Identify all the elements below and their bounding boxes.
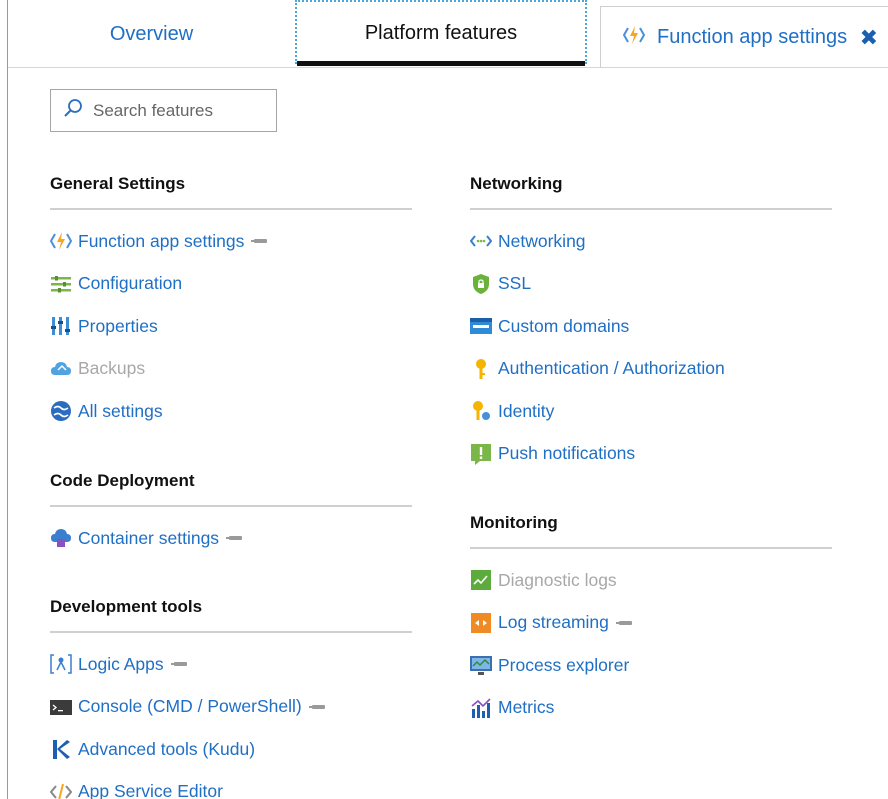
section-code-deployment: Code Deployment Container settings — [50, 471, 412, 560]
item-label: All settings — [78, 400, 163, 421]
all-settings-globe-icon — [50, 400, 72, 422]
item-identity[interactable]: Identity — [470, 390, 832, 433]
item-advanced-tools[interactable]: Advanced tools (Kudu) — [50, 728, 412, 771]
search-icon — [63, 98, 83, 123]
section-development-tools: Development tools Logic Apps Console (CM… — [50, 597, 412, 799]
section-title: Monitoring — [470, 513, 558, 532]
item-label: Logic Apps — [78, 653, 164, 674]
close-icon[interactable]: ✖ — [860, 25, 878, 51]
item-logic-apps[interactable]: Logic Apps — [50, 643, 412, 686]
item-backups[interactable]: Backups — [50, 348, 412, 391]
tab-platform-features[interactable]: Platform features — [295, 0, 587, 66]
section-networking: Networking Networking SSL Custom domains — [470, 174, 832, 475]
search-input[interactable] — [93, 100, 263, 121]
section-divider — [470, 547, 832, 549]
pin-icon[interactable] — [170, 662, 187, 667]
tab-overview-label: Overview — [109, 22, 194, 45]
item-custom-domains[interactable]: Custom domains — [470, 305, 832, 348]
item-label: Authentication / Authorization — [498, 358, 725, 379]
tab-function-app-settings[interactable]: Function app settings ✖ — [600, 6, 888, 68]
item-networking[interactable]: Networking — [470, 220, 832, 263]
item-authentication[interactable]: Authentication / Authorization — [470, 348, 832, 391]
tab-function-app-settings-label: Function app settings — [657, 26, 848, 48]
properties-bars-icon — [50, 315, 72, 337]
key-icon — [470, 358, 492, 380]
section-title: Development tools — [50, 597, 203, 616]
item-all-settings[interactable]: All settings — [50, 390, 412, 433]
diagnostic-logs-icon — [470, 569, 492, 591]
log-streaming-icon — [470, 612, 492, 634]
tab-platform-features-label: Platform features — [364, 21, 518, 44]
code-editor-icon — [50, 781, 72, 799]
networking-arrows-icon — [470, 230, 492, 252]
item-label: Advanced tools (Kudu) — [78, 738, 256, 759]
item-process-explorer[interactable]: Process explorer — [470, 644, 832, 687]
item-container-settings[interactable]: Container settings — [50, 517, 412, 560]
item-configuration[interactable]: Configuration — [50, 263, 412, 306]
item-label: Log streaming — [498, 612, 609, 633]
kudu-icon — [50, 738, 72, 760]
ssl-shield-icon — [470, 273, 492, 295]
tab-overview[interactable]: Overview — [8, 0, 295, 68]
item-label: Diagnostic logs — [498, 569, 617, 590]
item-label: Configuration — [78, 273, 183, 294]
item-app-service-editor[interactable]: App Service Editor — [50, 771, 412, 799]
item-label: Console (CMD / PowerShell) — [78, 696, 302, 717]
pin-icon[interactable] — [308, 704, 325, 709]
item-label: Container settings — [78, 527, 220, 548]
item-label: Process explorer — [498, 654, 630, 675]
section-title: Networking — [470, 174, 563, 193]
item-function-app-settings[interactable]: Function app settings — [50, 220, 412, 263]
metrics-chart-icon — [470, 697, 492, 719]
section-divider — [50, 631, 412, 633]
pin-icon[interactable] — [251, 239, 268, 244]
item-label: Networking — [498, 230, 586, 251]
section-monitoring: Monitoring Diagnostic logs Log streaming — [470, 513, 832, 729]
item-ssl[interactable]: SSL — [470, 263, 832, 306]
identity-key-icon — [470, 400, 492, 422]
push-notification-icon — [470, 443, 492, 465]
platform-features-panel: Overview Platform features Function app … — [7, 0, 888, 799]
item-diagnostic-logs[interactable]: Diagnostic logs — [470, 559, 832, 602]
section-divider — [470, 208, 832, 210]
function-lightning-icon — [622, 24, 646, 52]
item-console[interactable]: Console (CMD / PowerShell) — [50, 686, 412, 729]
item-label: Properties — [78, 315, 158, 336]
section-title: Code Deployment — [50, 471, 195, 490]
configuration-sliders-icon — [50, 273, 72, 295]
section-title: General Settings — [50, 174, 186, 193]
item-log-streaming[interactable]: Log streaming — [470, 602, 832, 645]
section-divider — [50, 208, 412, 210]
item-label: Backups — [78, 358, 146, 379]
section-divider — [50, 505, 412, 507]
item-label: Identity — [498, 400, 555, 421]
item-label: SSL — [498, 273, 532, 294]
item-label: Push notifications — [498, 443, 636, 464]
item-label: Function app settings — [78, 230, 245, 251]
backups-cloud-icon — [50, 358, 72, 380]
console-icon — [50, 696, 72, 718]
item-metrics[interactable]: Metrics — [470, 687, 832, 730]
item-push-notifications[interactable]: Push notifications — [470, 433, 832, 476]
logic-apps-icon — [50, 653, 72, 675]
container-cloud-icon — [50, 527, 72, 549]
item-label: Custom domains — [498, 315, 630, 336]
section-general-settings: General Settings Function app settings C… — [50, 174, 412, 433]
custom-domains-icon — [470, 315, 492, 337]
function-lightning-icon — [50, 230, 72, 252]
item-properties[interactable]: Properties — [50, 305, 412, 348]
search-box[interactable] — [50, 89, 277, 132]
item-label: App Service Editor — [78, 781, 223, 799]
tab-bar: Overview Platform features Function app … — [8, 0, 888, 68]
process-explorer-icon — [470, 654, 492, 676]
active-tab-indicator — [297, 61, 585, 66]
pin-icon[interactable] — [615, 620, 632, 625]
item-label: Metrics — [498, 697, 555, 718]
pin-icon[interactable] — [226, 536, 243, 541]
